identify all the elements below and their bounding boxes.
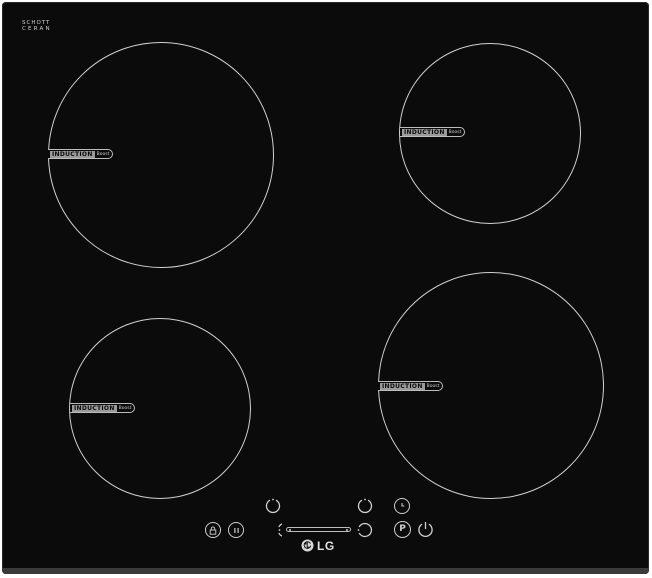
induction-badge-label: INDUCTION: [72, 404, 117, 412]
power-boost-label: P: [399, 524, 406, 534]
zone-select-rear-left-icon[interactable]: [264, 497, 282, 519]
power-level-slider[interactable]: [286, 527, 351, 532]
lock-icon: [209, 526, 217, 535]
zone-select-front-left-icon[interactable]: [264, 521, 292, 543]
boost-badge-label: Boost: [448, 129, 462, 135]
cooktop-front-edge: [2, 568, 649, 574]
glass-brand-line2: CERAN: [22, 26, 52, 32]
logo-wordmark: LG: [317, 539, 335, 553]
induction-badge-bottom-left: INDUCTION Boost: [70, 403, 136, 413]
timer-button[interactable]: [394, 498, 410, 514]
boost-badge-label: Boost: [426, 383, 440, 389]
induction-badge-top-left: INDUCTION Boost: [48, 149, 114, 159]
slider-max-marker: [346, 528, 348, 531]
clock-icon: [398, 502, 406, 510]
induction-badge-label: INDUCTION: [50, 150, 95, 158]
power-boost-button[interactable]: P: [394, 521, 411, 538]
induction-badge-bottom-right: INDUCTION Boost: [378, 381, 444, 391]
boost-badge-label: Boost: [96, 151, 110, 157]
glass-brand-mark: SCHOTT CERAN: [22, 20, 52, 32]
pause-button[interactable]: [228, 522, 244, 538]
brand-logo: LG: [301, 539, 335, 553]
child-lock-button[interactable]: [205, 522, 221, 538]
boost-badge-label: Boost: [118, 405, 132, 411]
induction-badge-label: INDUCTION: [402, 128, 447, 136]
slider-min-marker: [289, 528, 291, 531]
zone-select-rear-right-icon[interactable]: [356, 497, 374, 519]
induction-badge-label: INDUCTION: [380, 382, 425, 390]
induction-badge-top-right: INDUCTION Boost: [400, 127, 466, 137]
power-button[interactable]: [416, 520, 435, 543]
lg-face-icon: [301, 537, 314, 556]
zone-select-front-right-icon[interactable]: [356, 521, 374, 543]
pause-icon: [233, 527, 240, 534]
power-icon: [416, 522, 435, 543]
